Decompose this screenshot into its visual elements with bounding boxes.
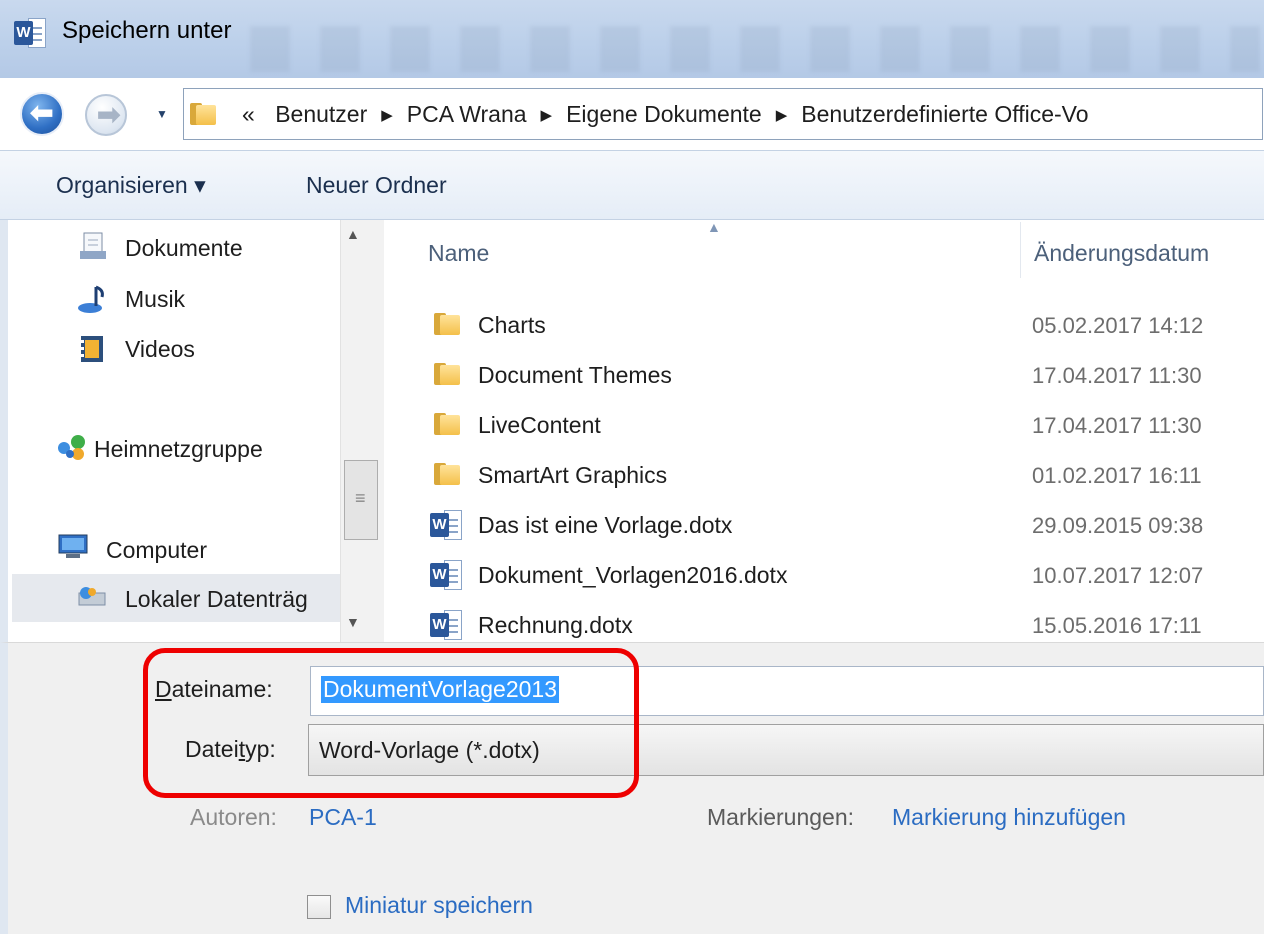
file-date: 01.02.2017 16:11 <box>1032 463 1202 488</box>
history-dropdown[interactable]: ▼ <box>150 102 174 126</box>
save-thumbnail-checkbox[interactable] <box>307 895 331 919</box>
save-thumbnail-label[interactable]: Miniatur speichern <box>345 892 533 919</box>
folder-icon <box>434 311 462 337</box>
nav-item-musik[interactable]: Musik <box>125 286 185 313</box>
file-name: SmartArt Graphics <box>478 462 668 488</box>
file-name: Das ist eine Vorlage.dotx <box>478 512 733 538</box>
nav-item-computer[interactable]: Computer <box>106 537 207 564</box>
column-header-name[interactable]: Name <box>428 240 489 267</box>
nav-item-lokaler-datentraeger[interactable]: Lokaler Datenträg <box>125 586 308 613</box>
breadcrumb: « Benutzer ▶ PCA Wrana ▶ Eigene Dokumente ▶ Be… <box>242 101 1089 128</box>
table-row[interactable]: W Das ist eine Vorlage.dotx 29.09.2015 0… <box>384 500 1264 550</box>
nav-item-dokumente[interactable]: Dokumente <box>125 235 243 262</box>
breadcrumb-arrow-icon[interactable]: ▶ <box>541 107 553 124</box>
breadcrumb-benutzer[interactable]: Benutzer <box>275 101 367 127</box>
folder-icon <box>434 411 462 437</box>
new-folder-button[interactable]: Neuer Ordner <box>306 172 447 199</box>
back-button[interactable]: ⬅ <box>20 92 64 136</box>
forward-button[interactable]: ➡ <box>85 94 127 136</box>
local-disk-icon <box>78 587 106 606</box>
file-name: Document Themes <box>478 362 672 388</box>
scroll-grip-icon: ≡ <box>355 488 366 508</box>
file-date: 10.07.2017 12:07 <box>1032 563 1204 588</box>
word-icon: W <box>14 18 48 48</box>
file-name: Rechnung.dotx <box>478 612 633 638</box>
breadcrumb-eigene-dokumente[interactable]: Eigene Dokumente <box>566 101 762 127</box>
file-name: Charts <box>478 312 546 338</box>
folder-icon <box>434 361 462 387</box>
computer-icon <box>58 534 88 558</box>
word-document-icon: W <box>430 610 464 640</box>
breadcrumb-office-vorlagen[interactable]: Benutzerdefinierte Office-Vo <box>801 101 1088 127</box>
table-row[interactable]: LiveContent 17.04.2017 11:30 <box>384 400 1264 450</box>
window-title: Speichern unter <box>62 17 232 44</box>
column-divider[interactable] <box>1020 222 1021 278</box>
scroll-down-icon[interactable]: ▼ <box>346 614 360 630</box>
table-row[interactable]: W Dokument_Vorlagen2016.dotx 10.07.2017 … <box>384 550 1264 600</box>
file-name: Dokument_Vorlagen2016.dotx <box>478 562 788 588</box>
videos-icon <box>81 336 103 362</box>
authors-value-link[interactable]: PCA-1 <box>309 804 377 831</box>
chevron-down-icon: ▼ <box>156 107 168 121</box>
breadcrumb-arrow-icon[interactable]: ▶ <box>381 107 393 124</box>
file-date: 17.04.2017 11:30 <box>1032 413 1202 438</box>
add-tag-link[interactable]: Markierung hinzufügen <box>892 804 1126 831</box>
breadcrumb-arrow-icon[interactable]: ▶ <box>776 107 788 124</box>
background-blur <box>250 26 1260 72</box>
file-date: 17.04.2017 11:30 <box>1032 363 1202 388</box>
nav-scrollbar[interactable] <box>340 220 384 642</box>
folder-icon <box>190 101 218 127</box>
word-document-icon: W <box>430 510 464 540</box>
nav-item-videos[interactable]: Videos <box>125 336 195 363</box>
address-bar[interactable]: « Benutzer ▶ PCA Wrana ▶ Eigene Dokumente ▶ Be… <box>183 88 1263 140</box>
file-name: LiveContent <box>478 412 601 438</box>
arrow-left-icon: ⬅ <box>30 97 54 128</box>
nav-item-heimnetzgruppe[interactable]: Heimnetzgruppe <box>94 436 263 463</box>
authors-label: Autoren: <box>190 804 277 830</box>
word-document-icon: W <box>430 560 464 590</box>
sort-ascending-icon: ▲ <box>707 219 721 235</box>
column-header-date[interactable]: Änderungsdatum <box>1034 240 1209 267</box>
highlight-annotation <box>143 648 639 798</box>
file-date: 15.05.2016 17:11 <box>1032 613 1202 638</box>
table-row[interactable]: SmartArt Graphics 01.02.2017 16:11 <box>384 450 1264 500</box>
table-row[interactable]: Charts 05.02.2017 14:12 <box>384 300 1264 350</box>
documents-icon <box>80 232 106 259</box>
breadcrumb-overflow[interactable]: « <box>242 101 255 127</box>
homegroup-icon <box>58 435 85 460</box>
breadcrumb-pca-wrana[interactable]: PCA Wrana <box>407 101 527 127</box>
music-icon <box>78 285 104 313</box>
folder-icon <box>434 461 462 487</box>
tags-label: Markierungen: <box>707 804 855 830</box>
table-row[interactable]: W Rechnung.dotx 15.05.2016 17:11 <box>384 600 1264 642</box>
file-date: 05.02.2017 14:12 <box>1032 313 1204 338</box>
arrow-right-icon: ➡ <box>97 99 121 130</box>
scroll-up-icon[interactable]: ▲ <box>346 226 360 242</box>
table-row[interactable]: Document Themes 17.04.2017 11:30 <box>384 350 1264 400</box>
organize-button[interactable]: Organisieren ▾ <box>56 172 206 199</box>
file-date: 29.09.2015 09:38 <box>1032 513 1204 538</box>
